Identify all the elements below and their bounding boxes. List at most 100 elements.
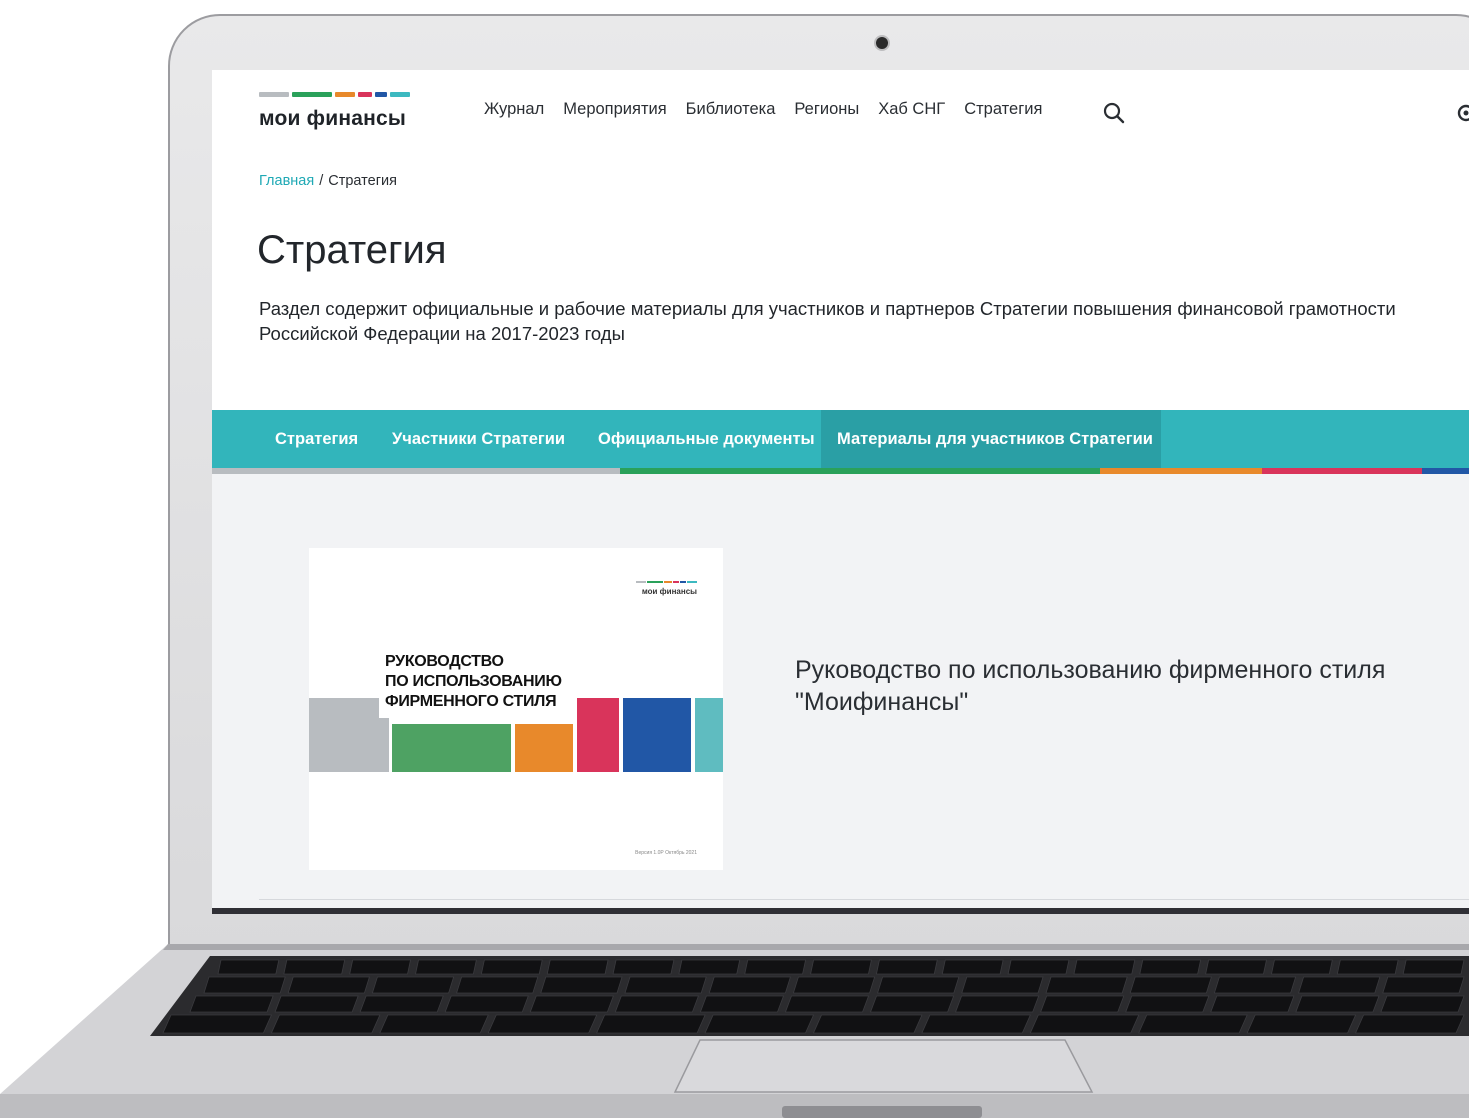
keyboard-key [189,995,274,1013]
cover-block-blue [623,698,691,772]
browser-viewport: мои финансы Журнал Мероприятия Библиотек… [212,70,1469,912]
screen-bottom-bezel [212,908,1469,914]
keyboard-key [540,976,623,994]
keyboard-key [1210,995,1295,1013]
keyboard-key [784,995,870,1013]
nav-item-strategy[interactable]: Стратегия [964,100,1042,119]
keyboard-key [349,959,412,975]
site-logo[interactable]: мои финансы [259,92,419,131]
keyboard-key [869,995,955,1013]
keyboard-key [708,976,791,994]
keyboard-key [1213,976,1297,994]
keyboard-key [1073,959,1136,975]
keyboard-key [270,1014,381,1034]
breadcrumb-current: Стратегия [328,173,397,189]
keyboard-key [456,976,539,994]
keyboard-key [1040,995,1125,1013]
keyboard-key [529,995,614,1013]
logo-text: мои финансы [259,107,406,130]
keyboard-key [921,1014,1031,1034]
keyboard-key [1129,976,1212,994]
keyboard-key [480,959,543,975]
webcam [876,37,888,49]
nav-item-regions[interactable]: Регионы [794,100,859,119]
keyboard-key [955,995,1040,1013]
tab-strategy[interactable]: Стратегия [259,410,374,468]
keyboard-key [415,959,477,975]
cover-block-green [392,724,511,772]
keyboard-key [1402,959,1465,975]
cover-logo: мои финансы [636,581,697,596]
keyboard-key [1298,976,1381,994]
list-divider [259,899,1469,900]
keyboard-key [379,1014,489,1034]
keyboard-key [1354,1014,1465,1034]
keyboard-key [875,959,938,975]
keyboard-key [596,1014,706,1034]
keyboard-key [1205,959,1267,975]
breadcrumb-separator: / [319,173,324,189]
keyboard-key [1045,976,1128,994]
keyboard-key [203,976,286,994]
cover-version: Версия 1.0Р Октябрь 2021 [635,850,697,856]
keyboard-key [812,1014,923,1034]
tab-participant-materials[interactable]: Материалы для участников Стратегии [821,410,1161,468]
keyboard-key [961,976,1044,994]
page-title: Стратегия [257,228,447,272]
cover-block-orange [515,724,573,772]
site-header: мои финансы Журнал Мероприятия Библиотек… [212,70,1469,160]
logo-color-stripes [259,92,419,97]
keyboard-key [678,959,741,975]
keyboard-key [1295,995,1380,1013]
keyboard-key [1139,959,1202,975]
keyboard-key [744,959,807,975]
keyboard-key [283,959,346,975]
keyboard-key [1382,976,1465,994]
cover-block-gray [309,698,389,772]
keyboard-key [371,976,455,994]
keyboard-key [1007,959,1070,975]
keyboard-key [1380,995,1465,1013]
keyboard-key [444,995,529,1013]
nav-item-events[interactable]: Мероприятия [563,100,666,119]
material-cover-thumbnail[interactable]: мои финансы РУКОВОДСТВО ПО ИСПОЛЬЗОВАНИЮ… [309,548,723,870]
main-nav: Журнал Мероприятия Библиотека Регионы Ха… [484,100,1042,119]
section-tabs: Стратегия Участники Стратегии Официальны… [212,410,1469,468]
keyboard-key [1125,995,1210,1013]
search-icon[interactable] [1101,100,1127,126]
keyboard-key [810,959,872,975]
keyboard-key [792,976,876,994]
keyboard-key [1138,1014,1248,1034]
tab-strategy-participants[interactable]: Участники Стратегии [376,410,581,468]
keyboard-key [1270,959,1333,975]
keyboard-key [614,995,699,1013]
keyboard-key [941,959,1004,975]
keyboard-key [359,995,444,1013]
page-description-line-1: Раздел содержит официальные и рабочие ма… [259,298,1396,319]
material-title-link[interactable]: Руководство по использованию фирменного … [795,654,1455,718]
accessibility-eye-icon[interactable] [1456,103,1469,123]
keyboard-key [877,976,960,994]
cover-logo-text: мои финансы [641,587,697,596]
breadcrumb: Главная / Стратегия [259,173,397,189]
keyboard-keys [162,959,1465,1034]
tab-official-documents[interactable]: Официальные документы [582,410,831,468]
keyboard-key [612,959,675,975]
keyboard-key [1029,1014,1140,1034]
keyboard-key [1246,1014,1357,1034]
keyboard-key [624,976,707,994]
page-description: Раздел содержит официальные и рабочие ма… [259,296,1469,346]
breadcrumb-home-link[interactable]: Главная [259,173,314,189]
keyboard-key [704,1014,815,1034]
cover-title: РУКОВОДСТВО ПО ИСПОЛЬЗОВАНИЮ ФИРМЕННОГО … [379,650,566,718]
cover-block-teal [695,698,723,772]
keyboard-key [546,959,609,975]
keyboard-key [217,959,280,975]
page-description-line-2: Российской Федерации на 2017-2023 годы [259,323,625,344]
nav-item-journal[interactable]: Журнал [484,100,544,119]
keyboard-key [1336,959,1399,975]
keyboard-key [287,976,370,994]
keyboard-key [487,1014,598,1034]
nav-item-cis-hub[interactable]: Хаб СНГ [878,100,945,119]
nav-item-library[interactable]: Библиотека [686,100,776,119]
